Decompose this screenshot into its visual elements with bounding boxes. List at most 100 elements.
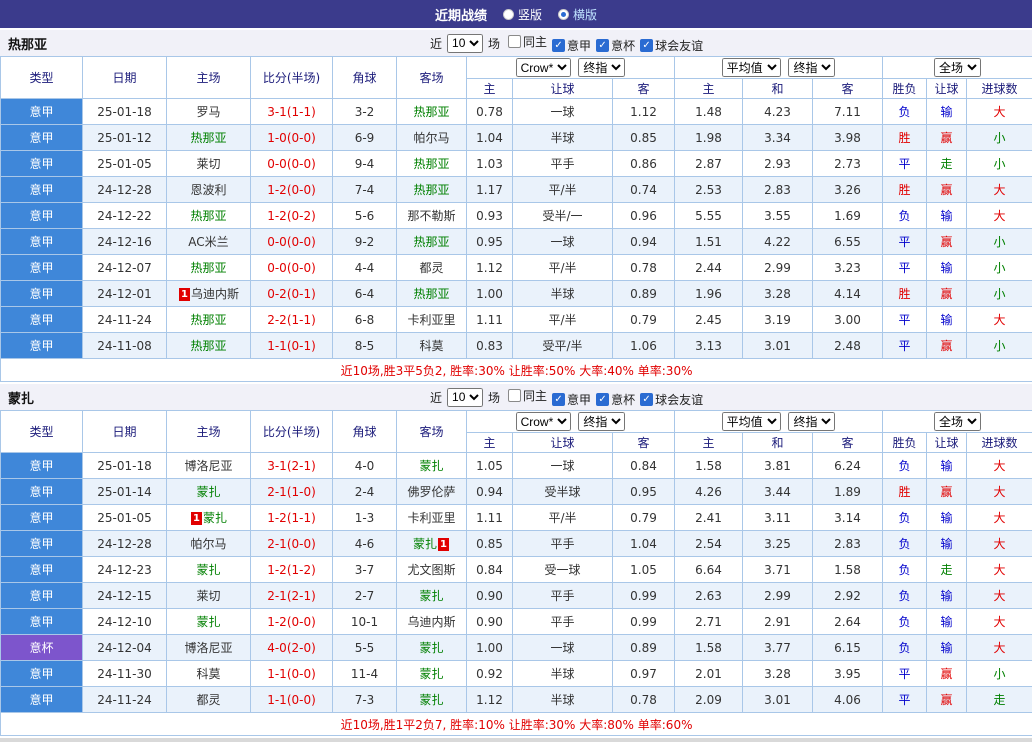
competition-cell[interactable]: 意甲 (1, 505, 83, 531)
team-name-link[interactable]: 热那亚 (413, 105, 449, 119)
team-name-link[interactable]: 蒙扎 (196, 615, 220, 629)
match-filter: 近 10 场 同主✓意甲✓意杯✓球会友谊 (430, 387, 703, 408)
radio-circle-icon[interactable] (503, 9, 514, 20)
team-name-link[interactable]: 热那亚 (413, 157, 449, 171)
competition-cell[interactable]: 意甲 (1, 99, 83, 125)
filter-checkbox[interactable]: ✓球会友谊 (640, 391, 703, 408)
match-scope-select[interactable]: 全场 (934, 58, 981, 77)
competition-cell[interactable]: 意甲 (1, 177, 83, 203)
team-name-link[interactable]: 莱切 (196, 589, 220, 603)
team-name-link[interactable]: 热那亚 (190, 131, 226, 145)
team-name-link[interactable]: 科莫 (196, 667, 220, 681)
asia-stage-select[interactable]: 终指 (578, 58, 625, 77)
competition-cell[interactable]: 意甲 (1, 151, 83, 177)
handicap-verdict-cell: 赢 (927, 125, 967, 151)
team-name-link[interactable]: 帕尔马 (190, 537, 226, 551)
checkbox-checked-icon[interactable]: ✓ (552, 393, 565, 406)
asia-company-select[interactable]: Crow* (516, 58, 571, 77)
result-outcome-cell: 负 (883, 99, 927, 125)
team-stats-table: 类型 日期 主场 比分(半场) 角球 客场 Crow* 终指 平均值 终指 (0, 56, 1032, 382)
competition-cell[interactable]: 意甲 (1, 203, 83, 229)
layout-radio-horizontal[interactable]: 横版 (558, 6, 597, 23)
team-name-link[interactable]: 蒙扎 (419, 693, 443, 707)
date-cell: 24-12-23 (83, 557, 167, 583)
competition-cell[interactable]: 意甲 (1, 609, 83, 635)
competition-cell[interactable]: 意甲 (1, 281, 83, 307)
radio-circle-icon[interactable] (558, 9, 569, 20)
asia-company-select[interactable]: Crow* (516, 412, 571, 431)
team-name-link[interactable]: 蒙扎 (419, 459, 443, 473)
euro-stage-select[interactable]: 终指 (788, 412, 835, 431)
team-name-link[interactable]: 恩波利 (190, 183, 226, 197)
euro-stage-select[interactable]: 终指 (788, 58, 835, 77)
competition-cell[interactable]: 意甲 (1, 479, 83, 505)
competition-cell[interactable]: 意甲 (1, 229, 83, 255)
checkbox-checked-icon[interactable]: ✓ (640, 393, 653, 406)
team-name-link[interactable]: 蒙扎 (419, 667, 443, 681)
team-name-link[interactable]: 蒙扎 (419, 641, 443, 655)
team-name-link[interactable]: 蒙扎 (203, 511, 227, 525)
competition-cell[interactable]: 意甲 (1, 255, 83, 281)
filter-checkbox[interactable]: ✓意杯 (596, 37, 635, 54)
team-name-link[interactable]: 乌迪内斯 (407, 615, 455, 629)
team-name-link[interactable]: 博洛尼亚 (184, 641, 232, 655)
filter-checkbox[interactable]: 同主 (508, 387, 547, 404)
team-name-link[interactable]: AC米兰 (188, 235, 228, 249)
team-name-link[interactable]: 热那亚 (413, 235, 449, 249)
team-name-link[interactable]: 热那亚 (190, 313, 226, 327)
euro-home-odds-cell: 2.44 (675, 255, 743, 281)
competition-cell[interactable]: 意甲 (1, 307, 83, 333)
match-count-select[interactable]: 10 (447, 34, 483, 53)
team-name-link[interactable]: 博洛尼亚 (184, 459, 232, 473)
competition-cell[interactable]: 意甲 (1, 583, 83, 609)
team-name-link[interactable]: 热那亚 (190, 339, 226, 353)
team-name-link[interactable]: 那不勒斯 (407, 209, 455, 223)
asia-stage-select[interactable]: 终指 (578, 412, 625, 431)
checkbox-unchecked-icon[interactable] (508, 389, 521, 402)
team-name-link[interactable]: 热那亚 (413, 287, 449, 301)
team-name-link[interactable]: 都灵 (196, 693, 220, 707)
filter-checkbox[interactable]: ✓球会友谊 (640, 37, 703, 54)
competition-cell[interactable]: 意甲 (1, 531, 83, 557)
competition-cell[interactable]: 意甲 (1, 125, 83, 151)
team-name-link[interactable]: 帕尔马 (413, 131, 449, 145)
team-name-link[interactable]: 热那亚 (190, 261, 226, 275)
layout-radio-vertical[interactable]: 竖版 (503, 6, 542, 23)
euro-company-select[interactable]: 平均值 (722, 58, 781, 77)
filter-checkbox[interactable]: 同主 (508, 33, 547, 50)
team-name-link[interactable]: 都灵 (419, 261, 443, 275)
checkbox-checked-icon[interactable]: ✓ (552, 39, 565, 52)
checkbox-checked-icon[interactable]: ✓ (640, 39, 653, 52)
match-count-select[interactable]: 10 (447, 388, 483, 407)
team-name-link[interactable]: 莱切 (196, 157, 220, 171)
competition-cell[interactable]: 意甲 (1, 661, 83, 687)
checkbox-unchecked-icon[interactable] (508, 35, 521, 48)
match-scope-select[interactable]: 全场 (934, 412, 981, 431)
team-name-link[interactable]: 乌迪内斯 (191, 287, 239, 301)
team-name-link[interactable]: 科莫 (419, 339, 443, 353)
filter-checkbox[interactable]: ✓意甲 (552, 37, 591, 54)
team-name-link[interactable]: 热那亚 (190, 209, 226, 223)
team-name-link[interactable]: 蒙扎 (419, 589, 443, 603)
team-name-link[interactable]: 卡利亚里 (407, 313, 455, 327)
competition-cell[interactable]: 意甲 (1, 453, 83, 479)
team-name-link[interactable]: 蒙扎 (413, 537, 437, 551)
euro-company-select[interactable]: 平均值 (722, 412, 781, 431)
euro-odds-group-header: 平均值 终指 (675, 57, 883, 79)
team-name-link[interactable]: 佛罗伦萨 (407, 485, 455, 499)
team-name-link[interactable]: 罗马 (196, 105, 220, 119)
goals-verdict-cell: 大 (967, 307, 1032, 333)
team-name-link[interactable]: 尤文图斯 (407, 563, 455, 577)
competition-cell[interactable]: 意甲 (1, 557, 83, 583)
team-name-link[interactable]: 卡利亚里 (407, 511, 455, 525)
checkbox-checked-icon[interactable]: ✓ (596, 393, 609, 406)
checkbox-checked-icon[interactable]: ✓ (596, 39, 609, 52)
competition-cell[interactable]: 意甲 (1, 687, 83, 713)
competition-cell[interactable]: 意甲 (1, 333, 83, 359)
team-name-link[interactable]: 热那亚 (413, 183, 449, 197)
team-name-link[interactable]: 蒙扎 (196, 563, 220, 577)
filter-checkbox[interactable]: ✓意杯 (596, 391, 635, 408)
competition-cell[interactable]: 意杯 (1, 635, 83, 661)
filter-checkbox[interactable]: ✓意甲 (552, 391, 591, 408)
team-name-link[interactable]: 蒙扎 (196, 485, 220, 499)
